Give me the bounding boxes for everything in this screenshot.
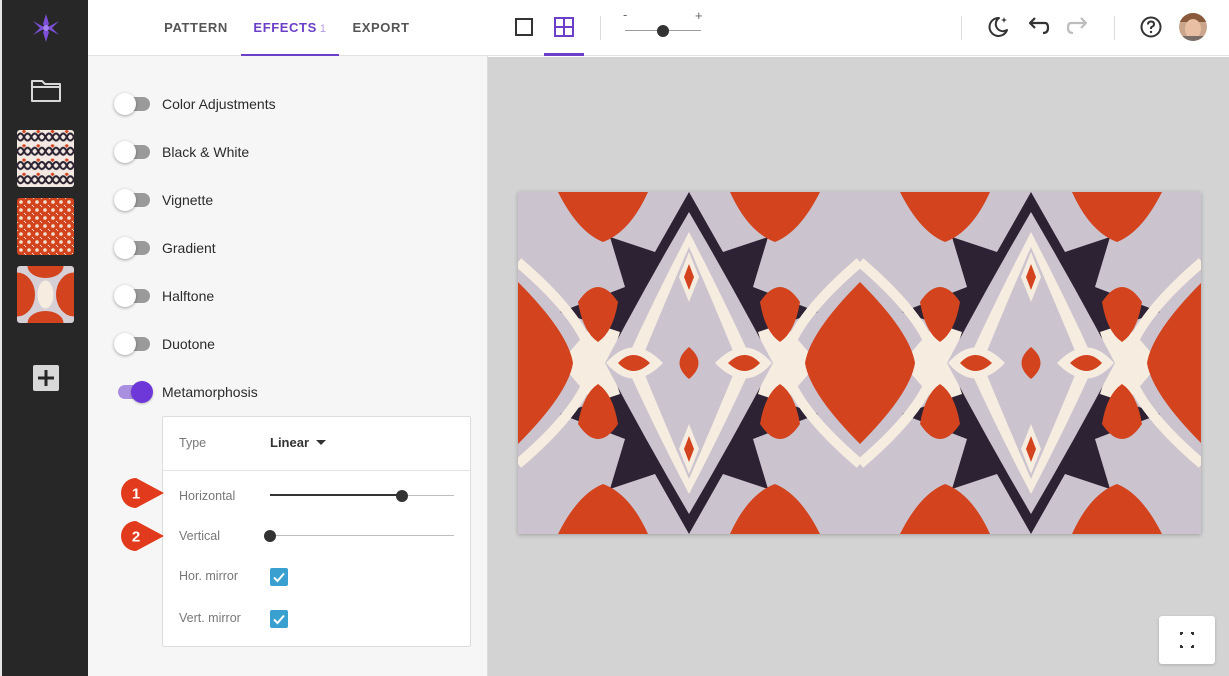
vignette-toggle[interactable]: [114, 188, 152, 212]
effect-black-white[interactable]: Black & White: [114, 140, 249, 164]
color-adjustments-toggle[interactable]: [114, 92, 152, 116]
effect-gradient[interactable]: Gradient: [114, 236, 216, 260]
effect-label: Halftone: [162, 288, 215, 304]
callout-number: 1: [132, 486, 140, 503]
top-toolbar: - +: [488, 0, 1229, 56]
checkmark-icon: [273, 614, 285, 625]
tab-pattern-label: PATTERN: [164, 20, 228, 35]
single-view-icon[interactable]: [511, 14, 537, 40]
undo-icon[interactable]: [1025, 14, 1051, 40]
fullscreen-icon: [1180, 632, 1194, 648]
effect-metamorphosis[interactable]: Metamorphosis: [114, 380, 258, 404]
tab-effects[interactable]: EFFECTS 1: [241, 0, 339, 56]
effect-label: Vignette: [162, 192, 214, 208]
slider-handle[interactable]: [264, 530, 276, 542]
caret-down-icon: [316, 440, 327, 445]
horizontal-label: Horizontal: [179, 489, 236, 503]
toolbar-separator: [1114, 16, 1115, 40]
divider: [163, 470, 470, 471]
effect-label: Duotone: [162, 336, 215, 352]
checkmark-icon: [273, 572, 285, 583]
vertical-label: Vertical: [179, 529, 220, 543]
vert-mirror-label: Vert. mirror: [179, 611, 241, 625]
effect-label: Color Adjustments: [162, 96, 276, 112]
tab-export[interactable]: EXPORT: [346, 0, 416, 56]
folder-icon[interactable]: [30, 76, 62, 104]
pattern-thumbnail-1[interactable]: [17, 130, 74, 187]
settings-panel: PATTERN EFFECTS 1 EXPORT Color Adjustment…: [88, 0, 488, 676]
panel-tabs: PATTERN EFFECTS 1 EXPORT: [88, 0, 488, 56]
effect-vignette[interactable]: Vignette: [114, 188, 213, 212]
callout-marker-2: 2: [121, 521, 164, 551]
help-icon[interactable]: [1138, 14, 1164, 40]
redo-icon[interactable]: [1065, 14, 1091, 40]
black-white-toggle[interactable]: [114, 140, 152, 164]
zoom-in-label: +: [695, 8, 703, 23]
pattern-thumbnail-3[interactable]: [17, 266, 74, 323]
effect-duotone[interactable]: Duotone: [114, 332, 215, 356]
effect-halftone[interactable]: Halftone: [114, 284, 214, 308]
callout-marker-1: 1: [121, 478, 164, 508]
effect-label: Gradient: [162, 240, 216, 256]
slider-handle[interactable]: [396, 490, 408, 502]
tiled-view-icon[interactable]: [551, 14, 577, 40]
fullscreen-button[interactable]: [1159, 616, 1215, 664]
effect-label: Black & White: [162, 144, 250, 160]
type-dropdown[interactable]: Linear: [270, 435, 327, 450]
gradient-toggle[interactable]: [114, 236, 152, 260]
pattern-thumbnail-2[interactable]: [17, 198, 74, 255]
metamorphosis-toggle[interactable]: [114, 380, 153, 404]
type-dropdown-value: Linear: [270, 435, 310, 450]
tab-effects-label: EFFECTS: [253, 20, 317, 35]
halftone-toggle[interactable]: [114, 284, 152, 308]
zoom-out-label: -: [623, 7, 628, 22]
vertical-slider[interactable]: [264, 529, 454, 543]
hor-mirror-checkbox[interactable]: [270, 568, 288, 586]
pattern-preview[interactable]: [518, 192, 1201, 534]
tab-pattern[interactable]: PATTERN: [156, 0, 236, 56]
canvas-area[interactable]: [488, 57, 1229, 676]
effect-color-adjustments[interactable]: Color Adjustments: [114, 92, 276, 116]
night-mode-icon[interactable]: [985, 14, 1011, 40]
pattern-artwork: [518, 192, 1201, 534]
active-view-indicator: [544, 53, 584, 56]
metamorphosis-settings: Type Linear Horizontal Vertical Hor. mir…: [162, 416, 471, 647]
horizontal-slider[interactable]: [270, 489, 454, 503]
tab-effects-count: 1: [319, 23, 327, 35]
toolbar-separator: [600, 16, 601, 40]
toolbar-separator: [961, 16, 962, 40]
zoom-slider[interactable]: - +: [622, 7, 708, 46]
vert-mirror-checkbox[interactable]: [270, 610, 288, 628]
zoom-handle[interactable]: [657, 25, 669, 37]
flower-logo-icon[interactable]: [28, 10, 64, 46]
type-label: Type: [179, 436, 207, 450]
avatar[interactable]: [1179, 13, 1207, 41]
plus-square-icon[interactable]: [32, 364, 60, 392]
duotone-toggle[interactable]: [114, 332, 152, 356]
effect-label: Metamorphosis: [162, 384, 258, 400]
left-rail: [0, 0, 88, 676]
callout-number: 2: [132, 529, 140, 546]
hor-mirror-label: Hor. mirror: [179, 569, 239, 583]
tab-export-label: EXPORT: [352, 20, 410, 35]
